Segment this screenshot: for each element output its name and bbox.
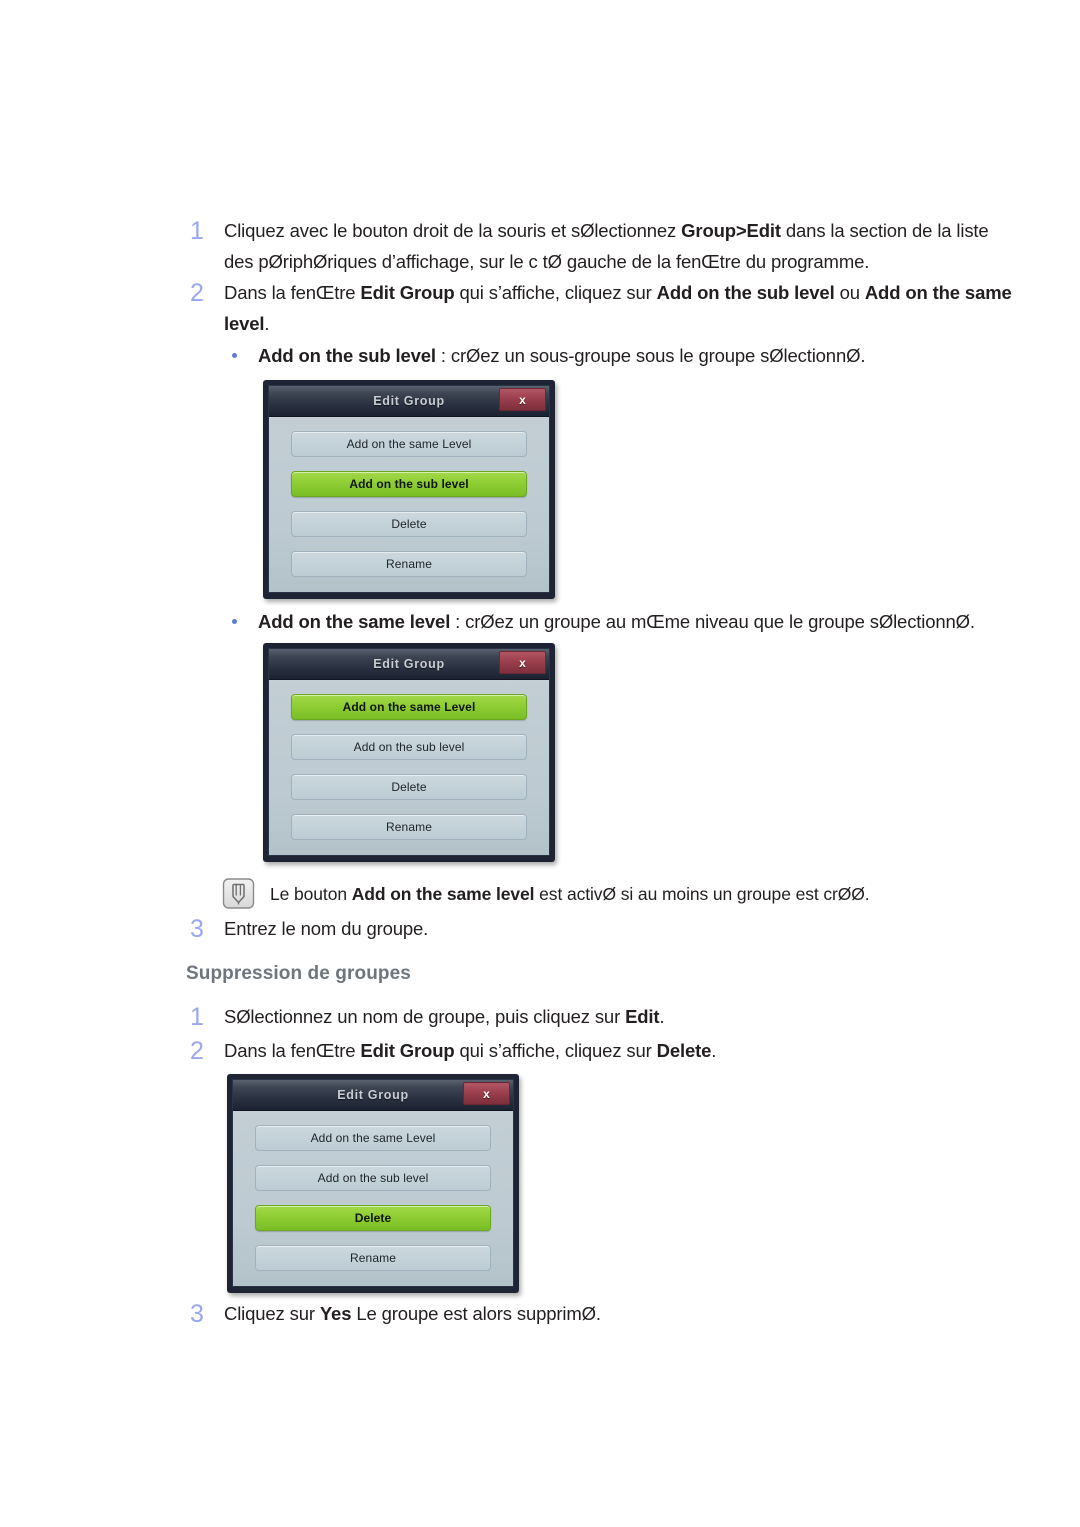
rename-button[interactable]: Rename: [291, 814, 527, 840]
add-on-same-level-button[interactable]: Add on the same Level: [291, 694, 527, 720]
add-on-same-level-button[interactable]: Add on the same Level: [255, 1125, 491, 1151]
dialog-title: Edit Group: [337, 1088, 409, 1102]
dialog-title: Edit Group: [373, 394, 445, 408]
delete-button[interactable]: Delete: [255, 1205, 491, 1231]
add-on-sub-level-button[interactable]: Add on the sub level: [291, 734, 527, 760]
step-item-delete-2: 2 Dans la fenŒtre Edit Group qui s’affic…: [186, 1036, 1016, 1067]
step-item-add-3: 3 Entrez le nom du groupe.: [186, 914, 1016, 945]
step-item-delete-1: 1 SØlectionnez un nom de groupe, puis cl…: [186, 1002, 1016, 1033]
step-item-add-2: 2 Dans la fenŒtre Edit Group qui s’affic…: [186, 278, 1016, 339]
step-number: 2: [190, 279, 204, 307]
dialog-inner: Edit Group x Add on the same Level Add o…: [268, 648, 550, 856]
step-text: Dans la fenŒtre Edit Group qui s’affiche…: [224, 1040, 717, 1061]
step-text: SØlectionnez un nom de groupe, puis cliq…: [224, 1006, 665, 1027]
dialog-body: Add on the same Level Add on the sub lev…: [269, 680, 549, 854]
add-on-sub-level-button[interactable]: Add on the sub level: [255, 1165, 491, 1191]
step-number: 3: [190, 915, 204, 943]
bullet-item-same-level: Add on the same level : crØez un groupe …: [218, 608, 1018, 636]
step-text: Cliquez sur Yes Le groupe est alors supp…: [224, 1303, 601, 1324]
rename-button[interactable]: Rename: [291, 551, 527, 577]
bullet-text: Add on the sub level : crØez un sous-gro…: [258, 345, 866, 366]
dialog-inner: Edit Group x Add on the same Level Add o…: [232, 1079, 514, 1287]
dialog-titlebar: Edit Group x: [269, 649, 549, 680]
edit-group-dialog-same-level[interactable]: Edit Group x Add on the same Level Add o…: [263, 643, 555, 862]
dialog-inner: Edit Group x Add on the same Level Add o…: [268, 385, 550, 593]
step-number: 3: [190, 1300, 204, 1328]
step-item-delete-3: 3 Cliquez sur Yes Le groupe est alors su…: [186, 1299, 1016, 1330]
bullet-text: Add on the same level : crØez un groupe …: [258, 611, 975, 632]
bullet-dot-icon: [218, 342, 258, 370]
dialog-titlebar: Edit Group x: [233, 1080, 513, 1111]
bullet-dot-icon: [218, 608, 258, 636]
bullet-item-sub-level: Add on the sub level : crØez un sous-gro…: [218, 342, 1018, 370]
manual-page: 1 Cliquez avec le bouton droit de la sou…: [0, 0, 1080, 1527]
edit-group-dialog-sub-level[interactable]: Edit Group x Add on the same Level Add o…: [263, 380, 555, 599]
step-text: Dans la fenŒtre Edit Group qui s’affiche…: [224, 282, 1012, 334]
dialog-body: Add on the same Level Add on the sub lev…: [269, 417, 549, 591]
section-heading-suppression: Suppression de groupes: [186, 963, 411, 984]
step-number: 1: [190, 1003, 204, 1031]
edit-group-dialog-delete[interactable]: Edit Group x Add on the same Level Add o…: [227, 1074, 519, 1293]
rename-button[interactable]: Rename: [255, 1245, 491, 1271]
note-text: Le bouton Add on the same level est acti…: [270, 884, 870, 904]
close-icon[interactable]: x: [463, 1082, 510, 1105]
dialog-titlebar: Edit Group x: [269, 386, 549, 417]
step-number: 2: [190, 1037, 204, 1065]
delete-button[interactable]: Delete: [291, 511, 527, 537]
step-item-add-1: 1 Cliquez avec le bouton droit de la sou…: [186, 216, 1016, 277]
note-pencil-icon: [222, 878, 256, 910]
step-text: Cliquez avec le bouton droit de la souri…: [224, 220, 989, 272]
note-callout: Le bouton Add on the same level est acti…: [222, 878, 1002, 910]
dialog-title: Edit Group: [373, 657, 445, 671]
close-icon[interactable]: x: [499, 651, 546, 674]
close-icon[interactable]: x: [499, 388, 546, 411]
step-number: 1: [190, 217, 204, 245]
add-on-same-level-button[interactable]: Add on the same Level: [291, 431, 527, 457]
step-text: Entrez le nom du groupe.: [224, 918, 429, 939]
add-on-sub-level-button[interactable]: Add on the sub level: [291, 471, 527, 497]
dialog-body: Add on the same Level Add on the sub lev…: [233, 1111, 513, 1285]
delete-button[interactable]: Delete: [291, 774, 527, 800]
